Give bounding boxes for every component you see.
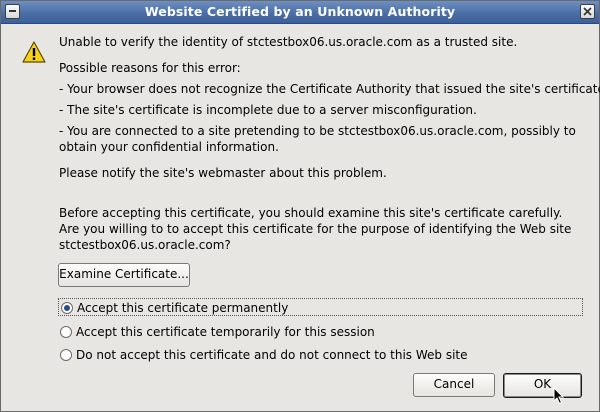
radio-button[interactable] [61, 302, 73, 314]
option-label: Do not accept this certificate and do no… [76, 348, 468, 362]
title-bar[interactable]: Website Certified by an Unknown Authorit… [1, 1, 599, 24]
radio-selected-dot [64, 305, 70, 311]
cancel-button[interactable]: Cancel [413, 373, 495, 397]
option-label: Accept this certificate permanently [77, 301, 289, 315]
question-text: Before accepting this certificate, you s… [59, 206, 572, 252]
radio-button[interactable] [60, 349, 72, 361]
ok-button[interactable]: OK [503, 373, 582, 398]
radio-button[interactable] [60, 326, 72, 338]
certificate-dialog: Website Certified by an Unknown Authorit… [0, 0, 600, 412]
headline-text: Unable to verify the identity of stctest… [59, 35, 518, 49]
close-icon[interactable] [580, 4, 595, 19]
reason-item: - Your browser does not recognize the Ce… [59, 82, 600, 96]
mouse-cursor-icon [553, 386, 565, 408]
option-label: Accept this certificate temporarily for … [76, 325, 375, 339]
examine-certificate-button[interactable]: Examine Certificate... [58, 263, 190, 287]
window-title: Website Certified by an Unknown Authorit… [144, 4, 456, 19]
option-accept-permanently[interactable]: Accept this certificate permanently [58, 298, 583, 316]
notify-text: Please notify the site's webmaster about… [59, 166, 387, 180]
reason-item: - You are connected to a site pretending… [59, 124, 576, 154]
warning-icon [22, 41, 46, 66]
reasons-title: Possible reasons for this error: [59, 61, 241, 75]
option-accept-temporarily[interactable]: Accept this certificate temporarily for … [58, 323, 583, 341]
reason-item: - The site's certificate is incomplete d… [59, 103, 477, 117]
option-do-not-accept[interactable]: Do not accept this certificate and do no… [58, 346, 583, 364]
